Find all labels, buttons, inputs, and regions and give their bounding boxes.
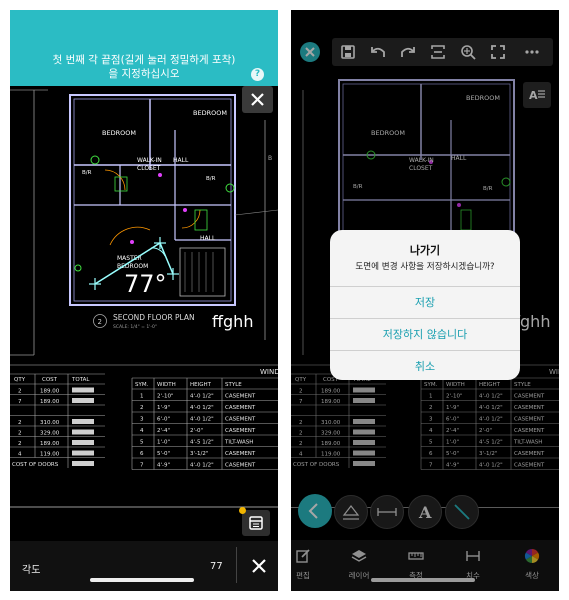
table-cell: 310.00 xyxy=(40,420,60,426)
table-cell: 2'-10" xyxy=(157,394,174,400)
instruction-banner: 첫 번째 각 끝점(길게 눌러 정밀하게 포착) 을 지정하십시오 ? xyxy=(10,10,278,86)
room-label: B/R xyxy=(82,170,92,176)
plan-number: 2 xyxy=(98,318,102,326)
total-cell xyxy=(72,398,94,403)
table-cell: 7 xyxy=(140,463,144,469)
table-cell: 4'-0 1/2" xyxy=(190,394,214,400)
table-cell: 329.00 xyxy=(40,431,60,437)
total-cell xyxy=(72,440,94,445)
table-cell: 4'-0 1/2" xyxy=(190,417,214,423)
table-cell: 3'-1/2" xyxy=(190,451,208,457)
table-cell: 2 xyxy=(18,389,22,395)
plan-title: SECOND FLOOR PLAN xyxy=(113,313,195,322)
table-cell: 1'-0" xyxy=(157,440,170,446)
table-cell: CASEMENT xyxy=(225,463,256,469)
column-header: STYLE xyxy=(225,382,242,388)
calendar-button[interactable] xyxy=(239,507,270,536)
room-label: WALK-IN xyxy=(137,157,162,164)
table-cell: 3 xyxy=(140,417,144,423)
table-cell: 119.00 xyxy=(40,452,60,458)
room-label: HALL xyxy=(200,235,216,242)
table-cell: 2'-0" xyxy=(190,428,203,434)
table-cell: CASEMENT xyxy=(225,394,256,400)
svg-text:B: B xyxy=(268,155,272,162)
table-footer: COST OF DOORS xyxy=(12,462,59,468)
table-cell: 1 xyxy=(140,394,144,400)
angle-readout: 77° xyxy=(124,270,167,298)
dont-save-button[interactable]: 저장하지 않습니다 xyxy=(330,318,520,350)
total-cell xyxy=(72,429,94,435)
angle-value: 77 xyxy=(210,561,223,572)
calendar-icon xyxy=(249,516,263,530)
angle-label: 각도 xyxy=(22,565,41,576)
table-cell: 189.00 xyxy=(40,389,60,395)
annotation-text[interactable]: ffghh xyxy=(212,312,253,331)
angle-result-bar: 각도 77 xyxy=(10,541,278,591)
dialog-title: 나가기 xyxy=(409,244,441,257)
total-cell xyxy=(72,419,94,424)
question-icon[interactable]: ? xyxy=(251,68,264,81)
instruction-line-1: 첫 번째 각 끝점(길게 눌러 정밀하게 포착) xyxy=(52,54,236,66)
column-header: HEIGHT xyxy=(190,382,212,388)
notification-badge xyxy=(239,507,246,514)
column-header: QTY xyxy=(14,377,26,383)
exit-dialog: 나가기 도면에 변경 사항을 저장하시겠습니까? 저장 저장하지 않습니다 취소 xyxy=(330,230,520,380)
table-cell: 189.00 xyxy=(40,399,60,405)
table-cell: CASEMENT xyxy=(225,428,256,434)
home-indicator xyxy=(90,578,194,582)
table-cell: 4 xyxy=(18,452,22,458)
table-cell: 7 xyxy=(18,399,22,405)
room-label: CLOSET xyxy=(137,165,161,172)
table-cell: 5'-0" xyxy=(157,451,170,457)
measure-screen: BEDROOM BEDROOM WALK-IN CLOSET HALL B/R … xyxy=(10,10,278,591)
total-cell xyxy=(72,450,94,456)
table-cell: 6'-0" xyxy=(157,417,170,423)
close-icon[interactable] xyxy=(246,553,272,579)
table-cell: 6 xyxy=(140,451,144,457)
table-cell: 2 xyxy=(140,405,144,411)
close-icon xyxy=(251,93,264,106)
exit-dialog-screen: BEDROOM BEDROOM WALK-IN CLOSET HALL B/R … xyxy=(291,10,559,591)
table-cell: 4 xyxy=(140,428,144,434)
instruction-line-2: 을 지정하십시오 xyxy=(108,68,180,80)
dialog-message: 도면에 변경 사항을 저장하시겠습니까? xyxy=(355,262,495,272)
table-cell: 1'-9" xyxy=(157,405,170,411)
column-header: WIDTH xyxy=(157,382,176,388)
table-cell: 4'-0 1/2" xyxy=(190,405,214,411)
table-cell: 4'-9" xyxy=(157,463,170,469)
total-cell xyxy=(72,461,94,466)
divider xyxy=(236,547,237,583)
room-label: HALL xyxy=(173,157,189,164)
table-cell: 4'-0 1/2" xyxy=(190,463,214,469)
total-cell xyxy=(72,387,94,393)
table-cell: 4'-5 1/2" xyxy=(190,440,214,446)
table-cell: 2 xyxy=(18,441,22,447)
room-label: B/R xyxy=(206,176,216,182)
plan-scale: SCALE: 1/4" = 1'-0" xyxy=(113,324,157,330)
save-button[interactable]: 저장 xyxy=(330,286,520,318)
column-header: COST xyxy=(42,377,58,383)
column-header: TOTAL xyxy=(71,377,90,383)
table-cell: 189.00 xyxy=(40,441,60,447)
table-cell: CASEMENT xyxy=(225,417,256,423)
cancel-button[interactable]: 취소 xyxy=(330,350,520,380)
cad-drawing-canvas[interactable]: BEDROOM BEDROOM WALK-IN CLOSET HALL B/R … xyxy=(10,10,278,591)
table-cell: 2'-4" xyxy=(157,428,170,434)
room-label: BEDROOM xyxy=(102,129,136,137)
table-cell: CASEMENT xyxy=(225,405,256,411)
table-cell: TILT-WASH xyxy=(224,440,253,446)
table-cell: CASEMENT xyxy=(225,451,256,457)
table-title: WINDOW xyxy=(260,368,278,376)
table-cell: 2 xyxy=(18,431,22,437)
table-cell: 2 xyxy=(18,420,22,426)
table-cell: 5 xyxy=(140,440,144,446)
close-measure-button[interactable] xyxy=(242,86,273,113)
column-header: SYM. xyxy=(135,382,149,388)
room-label: BEDROOM xyxy=(193,109,227,117)
